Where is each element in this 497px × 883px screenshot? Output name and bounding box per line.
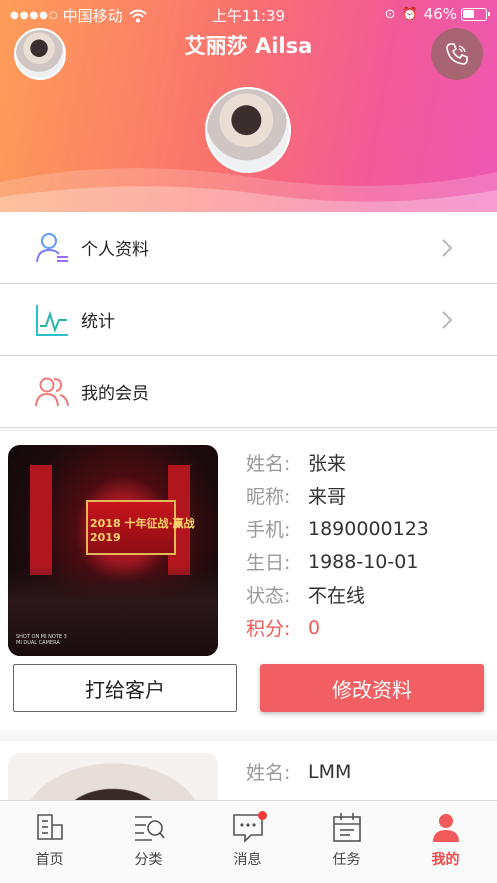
tab-messages[interactable]: 消息 <box>198 807 297 879</box>
profile-header: ●●●●○ 中国移动 上午11:39 ⊙ ⏰ 46% 艾丽莎 Ailsa <box>0 0 497 212</box>
phone-call-button[interactable] <box>431 28 483 80</box>
call-customer-button[interactable]: 打给客户 <box>13 664 237 712</box>
member-photo[interactable]: 2018 十年征战·赢战2019 SHOT ON MI NOTE 3 MI DU… <box>8 445 218 656</box>
status-bar: ●●●●○ 中国移动 上午11:39 ⊙ ⏰ 46% <box>0 0 497 28</box>
photo-stage-text: 2018 十年征战·赢战2019 <box>90 517 195 544</box>
info-row-birthday: 生日: 1988-10-01 <box>246 545 429 578</box>
photo-camera-tag: SHOT ON MI NOTE 3 MI DUAL CAMERA <box>16 634 67 646</box>
info-key: 姓名: <box>246 453 291 475</box>
info-value: 0 <box>308 616 321 639</box>
tab-label-tasks: 任务 <box>332 852 361 868</box>
info-value: 不在线 <box>308 585 366 607</box>
info-key: 姓名: <box>246 762 291 784</box>
edit-info-button[interactable]: 修改资料 <box>260 664 484 712</box>
member-card: 姓名: LMM <box>0 740 497 813</box>
tab-label-category: 分类 <box>134 852 163 868</box>
battery-icon <box>461 7 490 21</box>
chevron-right-icon <box>442 239 453 257</box>
info-value: 1890000123 <box>308 517 429 540</box>
tab-category[interactable]: 分类 <box>99 807 198 879</box>
rotation-lock-icon: ⊙ <box>384 6 396 22</box>
tab-label-mine: 我的 <box>431 852 460 868</box>
info-row-nickname: 昵称: 来哥 <box>246 479 429 512</box>
info-row-name: 姓名: 张来 <box>246 446 429 479</box>
info-key: 状态: <box>246 585 291 607</box>
info-row-name: 姓名: LMM <box>246 755 351 788</box>
header-wave-decoration <box>0 168 497 212</box>
battery-percent: 46% <box>423 5 457 23</box>
chevron-right-icon <box>442 311 453 329</box>
info-key: 生日: <box>246 552 291 574</box>
member-info: 姓名: LMM <box>246 755 351 788</box>
home-icon <box>36 814 63 840</box>
tab-tasks[interactable]: 任务 <box>297 807 396 879</box>
user-name-title: 艾丽莎 Ailsa <box>184 34 313 58</box>
info-value: 1988-10-01 <box>308 550 419 573</box>
menu-label-personal-info: 个人资料 <box>81 240 149 260</box>
unread-badge <box>258 811 267 820</box>
tab-label-home: 首页 <box>35 852 64 868</box>
profile-menu: 个人资料 统计 我的会员 <box>0 212 497 428</box>
members-icon <box>35 377 69 407</box>
info-key: 手机: <box>246 519 291 541</box>
menu-item-statistics[interactable]: 统计 <box>0 284 497 356</box>
category-icon <box>134 816 165 841</box>
phone-icon <box>446 43 468 65</box>
statistics-icon <box>36 305 68 336</box>
menu-label-statistics: 统计 <box>81 312 115 332</box>
info-key: 昵称: <box>246 486 291 508</box>
info-value: 来哥 <box>308 486 347 508</box>
tab-home[interactable]: 首页 <box>0 807 99 879</box>
menu-item-my-members[interactable]: 我的会员 <box>0 356 497 428</box>
info-key: 积分: <box>246 618 291 640</box>
tab-label-messages: 消息 <box>233 852 262 868</box>
photo-side-screen <box>30 465 52 575</box>
menu-label-my-members: 我的会员 <box>81 384 149 404</box>
tab-mine[interactable]: 我的 <box>396 807 495 879</box>
task-icon <box>332 813 361 842</box>
info-value: 张来 <box>308 453 347 475</box>
info-row-status: 状态: 不在线 <box>246 578 429 611</box>
profile-icon <box>432 814 459 842</box>
bottom-tab-bar: 首页 分类 消息 任务 我的 <box>0 800 497 883</box>
info-row-points: 积分: 0 <box>246 611 429 644</box>
info-value: LMM <box>308 760 352 783</box>
menu-item-personal-info[interactable]: 个人资料 <box>0 212 497 284</box>
alarm-icon: ⏰ <box>401 6 418 22</box>
member-info: 姓名: 张来 昵称: 来哥 手机: 1890000123 生日: 1988-10… <box>246 446 429 644</box>
info-row-phone: 手机: 1890000123 <box>246 512 429 545</box>
personal-info-icon <box>36 233 68 263</box>
member-card: 2018 十年征战·赢战2019 SHOT ON MI NOTE 3 MI DU… <box>0 430 497 730</box>
